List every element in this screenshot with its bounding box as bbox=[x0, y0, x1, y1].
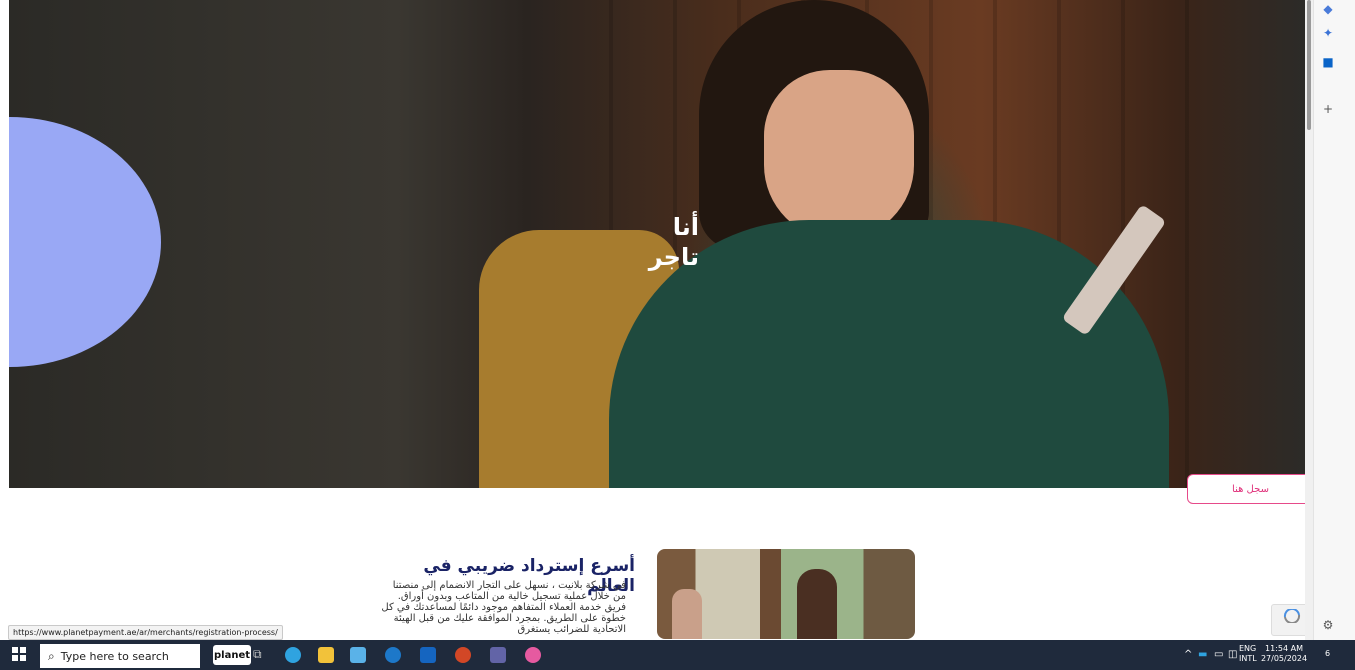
language-line1: ENG bbox=[1239, 644, 1257, 653]
webex-icon[interactable] bbox=[385, 647, 401, 663]
notification-count: 6 bbox=[1325, 649, 1331, 658]
task-view-icon[interactable]: ⧉ bbox=[253, 647, 269, 663]
hero-headline-line2: تاجر bbox=[648, 243, 699, 271]
network-icon[interactable]: ▭ bbox=[1214, 649, 1223, 660]
copilot-icon[interactable]: ✦ bbox=[1321, 26, 1335, 40]
edge-icon[interactable] bbox=[285, 647, 301, 663]
image-person-right bbox=[797, 569, 837, 639]
scrollbar-thumb[interactable] bbox=[1307, 0, 1311, 130]
paint-icon[interactable] bbox=[525, 647, 541, 663]
store-icon[interactable] bbox=[350, 647, 366, 663]
windows-taskbar bbox=[0, 640, 1355, 670]
register-here-button[interactable]: سجل هنا bbox=[1187, 474, 1314, 504]
browser-sidebar bbox=[1313, 0, 1355, 640]
search-icon: ⌕ bbox=[48, 648, 55, 663]
settings-icon[interactable]: ⚙ bbox=[1321, 618, 1335, 632]
taskbar-search-placeholder: Type here to search bbox=[60, 649, 169, 663]
taskbar-clock[interactable]: 11:54 AM 27/05/2024 bbox=[1260, 644, 1308, 664]
hero-headline: أنا تاجر bbox=[609, 212, 699, 272]
windows-start-icon[interactable] bbox=[12, 647, 26, 661]
hero-decorative-circle bbox=[9, 117, 161, 367]
file-explorer-icon[interactable] bbox=[318, 647, 334, 663]
planet-app-button[interactable]: planet bbox=[213, 645, 251, 665]
hero-person-face bbox=[764, 70, 914, 240]
image-person-left bbox=[672, 589, 702, 639]
notification-center-icon[interactable]: 6 bbox=[1325, 646, 1341, 662]
windows-logo-icon bbox=[12, 647, 26, 661]
outlook-icon[interactable]: ■ bbox=[1321, 55, 1335, 69]
tag-icon[interactable]: ◆ bbox=[1321, 2, 1335, 16]
volume-icon[interactable]: ◫ bbox=[1228, 649, 1237, 660]
teams-icon[interactable] bbox=[490, 647, 506, 663]
clock-date: 27/05/2024 bbox=[1260, 654, 1308, 663]
powerpoint-icon[interactable] bbox=[455, 647, 471, 663]
page-scrollbar[interactable] bbox=[1305, 0, 1313, 640]
status-bar-url: https://www.planetpayment.ae/ar/merchant… bbox=[8, 625, 283, 640]
clock-time: 11:54 AM bbox=[1265, 644, 1303, 653]
chevron-up-icon[interactable]: ^ bbox=[1184, 649, 1192, 660]
outlook-icon[interactable] bbox=[420, 647, 436, 663]
onedrive-icon[interactable]: ▬ bbox=[1198, 649, 1207, 660]
section-image bbox=[657, 549, 915, 639]
recaptcha-icon bbox=[1283, 609, 1301, 623]
plus-icon[interactable]: + bbox=[1321, 102, 1335, 116]
language-indicator[interactable]: ENG INTL bbox=[1239, 644, 1259, 664]
hero-headline-line1: أنا bbox=[672, 213, 699, 241]
section-body: في شركة بلانيت ، نسهل على التجار الانضما… bbox=[381, 580, 626, 635]
hero-banner: أنا تاجر bbox=[9, 0, 1305, 488]
language-line2: INTL bbox=[1239, 654, 1257, 663]
taskbar-search-box[interactable]: ⌕ Type here to search bbox=[40, 644, 200, 668]
